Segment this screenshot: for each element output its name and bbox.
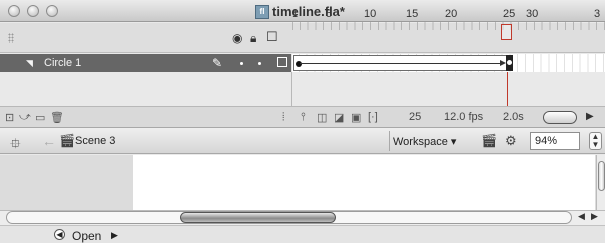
scroll-right-icon[interactable]: ▶ — [586, 111, 594, 122]
pencil-icon: ✎ — [212, 56, 223, 70]
folder-icon[interactable]: ▭ — [35, 111, 45, 124]
visibility-dot[interactable] — [240, 62, 243, 65]
lock-dot[interactable] — [258, 62, 261, 65]
open-icon[interactable]: ◀ — [54, 229, 65, 240]
layer-list-empty — [0, 72, 291, 106]
frame-number: 20 — [445, 8, 458, 20]
drag-grip-icon[interactable] — [8, 33, 14, 43]
scroll-right-icon[interactable]: ▶ — [591, 211, 598, 222]
frame-number: 3 — [594, 8, 601, 20]
onion-outline-icon[interactable]: ◪ — [334, 111, 344, 124]
lock-icon[interactable]: 🔒︎ — [250, 31, 256, 46]
frames-empty — [291, 72, 605, 106]
zoom-field[interactable]: 94% — [530, 132, 580, 150]
frame-number: 10 — [364, 8, 377, 20]
edit-multiple-icon[interactable]: ▣ — [351, 111, 361, 124]
workspace-menu[interactable]: Workspace ▾ — [393, 135, 456, 148]
horizontal-scroll-thumb[interactable] — [180, 212, 336, 223]
resize-grip-icon[interactable]: ⦙ — [282, 111, 284, 124]
frame-ruler[interactable] — [292, 22, 605, 30]
motion-guide-icon[interactable]: ⤻ — [19, 111, 31, 124]
scene-breadcrumb[interactable]: Scene 3 — [75, 135, 115, 147]
elapsed-time: 2.0s — [503, 111, 524, 123]
new-layer-icon[interactable]: ⊡ — [5, 111, 14, 124]
frame-number: 25 — [503, 8, 516, 20]
frame-number: 1 — [292, 8, 299, 20]
expand-triangle-icon[interactable]: ▶ — [111, 230, 118, 241]
timeline-footer: ⊡ ⤻ ▭ 🗑︎ ⦙ ⫯ ◫ ◪ ▣ [·] 25 12.0 fps 2.0s … — [0, 106, 605, 127]
trash-icon[interactable]: 🗑︎ — [50, 111, 64, 124]
eye-icon[interactable]: ◉ — [232, 31, 242, 45]
frame-number: 5 — [326, 8, 333, 20]
edit-symbol-icon[interactable]: ⚙︎ — [505, 133, 517, 149]
stepper-icon[interactable]: ▲ ▼ — [589, 132, 602, 150]
edit-scene-icon[interactable]: 🎬︎ — [481, 133, 498, 149]
onion-markers-icon[interactable]: [·] — [368, 111, 378, 123]
tween-arrow-line — [300, 63, 500, 64]
stage-icon[interactable]: ⯐ — [10, 133, 21, 157]
current-frame: 25 — [409, 111, 422, 123]
playhead[interactable] — [501, 24, 512, 40]
layer-row-selected[interactable]: ◥ Circle 1 ✎ — [0, 54, 291, 72]
scene-icon: 🎬︎ — [59, 133, 76, 148]
properties-bar: ◀ Open ▶ — [0, 225, 605, 243]
divider — [389, 131, 390, 151]
open-label[interactable]: Open — [72, 229, 101, 243]
back-arrow-icon[interactable]: ← — [42, 133, 56, 149]
stage[interactable] — [133, 155, 595, 210]
frame-number: 30 — [526, 8, 539, 20]
layer-row[interactable]: ◥ Circle 1 ✎ — [0, 54, 605, 72]
edit-bar: ⯐ ← 🎬︎ Scene 3 Workspace ▾ 🎬︎ ⚙︎ 94% ▲ ▼ — [0, 127, 605, 154]
vertical-scroll-thumb[interactable] — [598, 161, 605, 191]
outline-toggle[interactable] — [277, 57, 287, 67]
frame-number: 15 — [406, 8, 419, 20]
start-keyframe[interactable] — [296, 61, 302, 67]
fla-file-icon: fl — [255, 4, 269, 19]
end-keyframe[interactable] — [506, 55, 513, 71]
timeline-scroll-thumb[interactable] — [543, 111, 577, 124]
layer-icon: ◥ — [26, 58, 33, 68]
keyframe-dot — [507, 60, 512, 65]
layer-name[interactable]: Circle 1 — [44, 57, 81, 69]
onion-skin-icon[interactable]: ◫ — [317, 111, 327, 124]
center-frame-icon[interactable]: ⫯ — [301, 111, 306, 124]
motion-tween-span[interactable] — [293, 55, 507, 71]
zoom-window-button[interactable] — [46, 5, 58, 17]
close-window-button[interactable] — [8, 5, 20, 17]
scroll-left-icon[interactable]: ◀ — [578, 211, 585, 222]
minimize-window-button[interactable] — [27, 5, 39, 17]
frame-rate[interactable]: 12.0 fps — [444, 111, 483, 123]
outline-square-icon[interactable]: ☐ — [266, 29, 278, 45]
